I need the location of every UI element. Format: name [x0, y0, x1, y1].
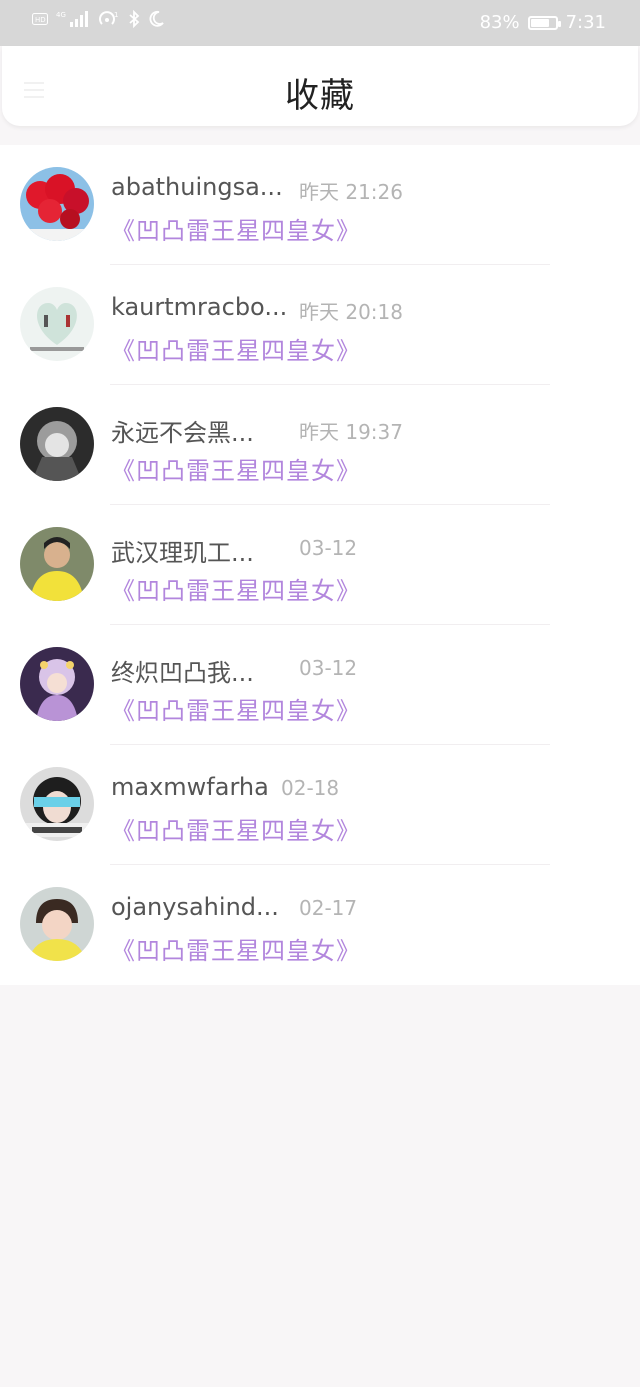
timestamp: 03-12: [299, 656, 358, 680]
hotspot-icon: 1: [99, 11, 118, 25]
book-title[interactable]: 《凹凸雷王星四皇女》: [111, 331, 361, 366]
book-title[interactable]: 《凹凸雷王星四皇女》: [111, 931, 361, 966]
timestamp: 03-12: [299, 536, 358, 560]
battery-percent: 83%: [479, 12, 520, 33]
avatar: [20, 167, 94, 241]
status-bar: HD 4G 1 83% 7:31: [0, 0, 640, 46]
book-title[interactable]: 《凹凸雷王星四皇女》: [111, 811, 361, 846]
avatar: [20, 887, 94, 961]
bluetooth-icon: [129, 10, 140, 28]
hd-icon: HD: [32, 13, 48, 25]
username: 武汉理玑工...: [111, 539, 254, 567]
username: ojanysahind...: [111, 893, 279, 921]
favorite-row[interactable]: ojanysahind... 02-17 《凹凸雷王星四皇女》: [0, 865, 640, 985]
username: abathuingsa...: [111, 173, 283, 201]
username: 终炽凹凸我...: [111, 659, 254, 687]
favorite-row[interactable]: maxmwfarha 02-18 《凹凸雷王星四皇女》: [0, 745, 640, 865]
timestamp: 昨天 21:26: [299, 180, 403, 204]
timestamp: 02-18: [281, 776, 340, 800]
page-title: 收藏: [285, 76, 355, 116]
svg-text:4G: 4G: [56, 11, 66, 19]
battery-icon: [527, 15, 561, 30]
timestamp: 02-17: [299, 896, 358, 920]
app-header: 收藏: [2, 46, 638, 126]
signal-icon: 4G: [56, 11, 88, 27]
avatar: [20, 527, 94, 601]
username: kaurtmracbo...: [111, 293, 288, 321]
svg-text:HD: HD: [35, 16, 46, 24]
timestamp: 昨天 20:18: [299, 300, 403, 324]
svg-text:1: 1: [114, 11, 118, 19]
favorite-row[interactable]: kaurtmracbo... 昨天 20:18 《凹凸雷王星四皇女》: [0, 265, 640, 385]
book-title[interactable]: 《凹凸雷王星四皇女》: [111, 691, 361, 726]
clock: 7:31: [565, 12, 606, 33]
favorites-list: abathuingsa... 昨天 21:26 《凹凸雷王星四皇女》 kaurt…: [0, 145, 640, 985]
favorite-row[interactable]: 永远不会黑... 昨天 19:37 《凹凸雷王星四皇女》: [0, 385, 640, 505]
status-right: 83% 7:31: [480, 12, 606, 33]
favorite-row[interactable]: 武汉理玑工... 03-12 《凹凸雷王星四皇女》: [0, 505, 640, 625]
avatar: [20, 287, 94, 361]
avatar: [20, 647, 94, 721]
favorite-row[interactable]: abathuingsa... 昨天 21:26 《凹凸雷王星四皇女》: [0, 145, 640, 265]
status-icons: HD 4G 1: [32, 10, 164, 28]
favorite-row[interactable]: 终炽凹凸我... 03-12 《凹凸雷王星四皇女》: [0, 625, 640, 745]
timestamp: 昨天 19:37: [299, 420, 403, 444]
book-title[interactable]: 《凹凸雷王星四皇女》: [111, 211, 361, 246]
username: maxmwfarha: [111, 773, 269, 801]
avatar: [20, 767, 94, 841]
moon-icon: [149, 10, 164, 27]
book-title[interactable]: 《凹凸雷王星四皇女》: [111, 571, 361, 606]
avatar: [20, 407, 94, 481]
username: 永远不会黑...: [111, 419, 254, 447]
book-title[interactable]: 《凹凸雷王星四皇女》: [111, 451, 361, 486]
